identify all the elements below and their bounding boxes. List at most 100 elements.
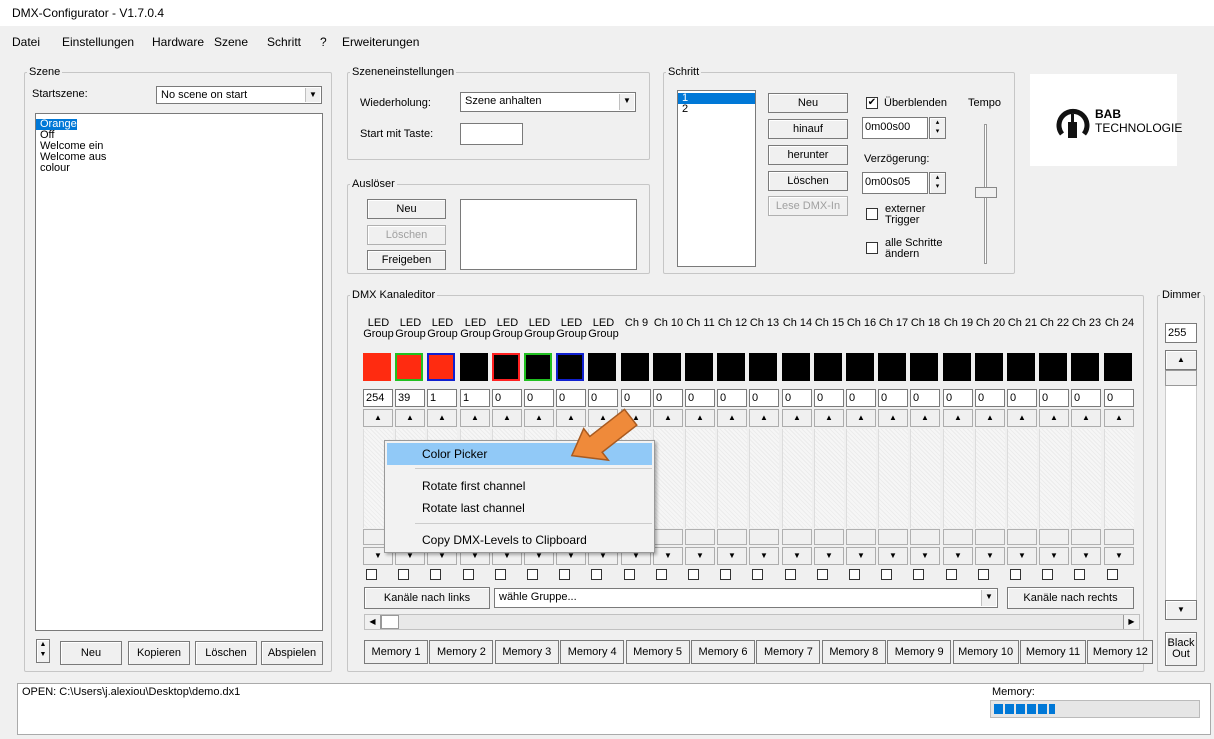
channel-slider-track[interactable]	[975, 429, 1005, 528]
channel-checkbox[interactable]	[495, 569, 506, 580]
channel-up-button[interactable]: ▲	[910, 409, 940, 427]
channel-slider-track[interactable]	[1104, 429, 1134, 528]
channel-down-button[interactable]: ▼	[1039, 547, 1069, 565]
memory-button[interactable]: Memory 12	[1087, 640, 1154, 664]
group-select[interactable]: wähle Gruppe... ▼	[494, 588, 998, 608]
channel-value-input[interactable]: 1	[427, 389, 457, 407]
channel-checkbox[interactable]	[913, 569, 924, 580]
channel-color-swatch[interactable]	[460, 353, 488, 381]
channel-checkbox[interactable]	[946, 569, 957, 580]
tempo-slider-thumb[interactable]	[975, 187, 997, 198]
channel-slider-track[interactable]	[910, 429, 940, 528]
memory-button[interactable]: Memory 2	[429, 640, 494, 664]
channel-slider-thumb[interactable]	[878, 529, 908, 545]
channel-value-input[interactable]: 0	[975, 389, 1005, 407]
channel-value-input[interactable]: 39	[395, 389, 425, 407]
scene-list[interactable]: Orange Off Welcome ein Welcome aus colou…	[35, 113, 323, 631]
trigger-release-button[interactable]: Freigeben	[367, 250, 446, 270]
channel-value-input[interactable]: 0	[749, 389, 779, 407]
channel-down-button[interactable]: ▼	[975, 547, 1005, 565]
channel-checkbox[interactable]	[688, 569, 699, 580]
menu-einstellungen[interactable]: Einstellungen	[62, 35, 134, 49]
channel-value-input[interactable]: 0	[492, 389, 522, 407]
channel-up-button[interactable]: ▲	[878, 409, 908, 427]
channel-value-input[interactable]: 0	[653, 389, 683, 407]
channel-slider-thumb[interactable]	[910, 529, 940, 545]
channel-value-input[interactable]: 0	[910, 389, 940, 407]
channel-color-swatch[interactable]	[427, 353, 455, 381]
step-item-2[interactable]: 2	[678, 104, 755, 115]
channel-up-button[interactable]: ▲	[1039, 409, 1069, 427]
channel-color-swatch[interactable]	[363, 353, 391, 381]
step-list[interactable]: 1 2	[677, 90, 756, 267]
menu-item-rotate-first[interactable]: Rotate first channel	[387, 475, 652, 497]
channel-down-button[interactable]: ▼	[782, 547, 812, 565]
menu-help[interactable]: ?	[320, 35, 327, 49]
channel-value-input[interactable]: 0	[782, 389, 812, 407]
channel-color-swatch[interactable]	[943, 353, 971, 381]
channel-checkbox[interactable]	[978, 569, 989, 580]
step-item-1[interactable]: 1	[678, 93, 755, 104]
channel-slider-track[interactable]	[685, 429, 715, 528]
channel-down-button[interactable]: ▼	[749, 547, 779, 565]
channel-slider-track[interactable]	[814, 429, 844, 528]
channel-value-input[interactable]: 0	[1071, 389, 1101, 407]
channel-checkbox[interactable]	[559, 569, 570, 580]
channel-color-swatch[interactable]	[685, 353, 713, 381]
fade-time-input[interactable]: 0m00s00	[862, 117, 928, 139]
channel-up-button[interactable]: ▲	[749, 409, 779, 427]
start-key-input[interactable]	[460, 123, 523, 145]
repeat-select[interactable]: Szene anhalten ▼	[460, 92, 636, 112]
channel-color-swatch[interactable]	[1071, 353, 1099, 381]
channel-value-input[interactable]: 254	[363, 389, 393, 407]
memory-button[interactable]: Memory 1	[364, 640, 428, 664]
trigger-delete-button[interactable]: Löschen	[367, 225, 446, 245]
channel-down-button[interactable]: ▼	[717, 547, 747, 565]
channel-slider-track[interactable]	[846, 429, 876, 528]
step-up-button[interactable]: hinauf	[768, 119, 848, 139]
channel-slider-thumb[interactable]	[685, 529, 715, 545]
scroll-right-icon[interactable]: ▶	[1123, 615, 1139, 629]
memory-button[interactable]: Memory 7	[756, 640, 821, 664]
dimmer-down-button[interactable]: ▼	[1165, 600, 1197, 620]
memory-button[interactable]: Memory 10	[952, 640, 1019, 664]
channel-checkbox[interactable]	[817, 569, 828, 580]
channel-color-swatch[interactable]	[846, 353, 874, 381]
horizontal-scrollbar[interactable]: ◀ ▶	[364, 614, 1140, 630]
scene-item-welcome-aus[interactable]: Welcome aus	[36, 152, 322, 163]
channel-down-button[interactable]: ▼	[685, 547, 715, 565]
channel-color-swatch[interactable]	[588, 353, 616, 381]
channel-checkbox[interactable]	[720, 569, 731, 580]
channel-color-swatch[interactable]	[975, 353, 1003, 381]
all-steps-checkbox[interactable]	[866, 242, 878, 254]
channel-slider-track[interactable]	[653, 429, 683, 528]
channel-color-swatch[interactable]	[395, 353, 423, 381]
channel-slider-thumb[interactable]	[975, 529, 1005, 545]
external-trigger-checkbox[interactable]	[866, 208, 878, 220]
channel-down-button[interactable]: ▼	[1007, 547, 1037, 565]
channel-color-swatch[interactable]	[814, 353, 842, 381]
scroll-left-icon[interactable]: ◀	[365, 615, 381, 629]
start-scene-select[interactable]: No scene on start ▼	[156, 86, 322, 104]
channel-checkbox[interactable]	[785, 569, 796, 580]
channel-slider-thumb[interactable]	[717, 529, 747, 545]
channel-color-swatch[interactable]	[910, 353, 938, 381]
channel-down-button[interactable]: ▼	[814, 547, 844, 565]
channel-slider-track[interactable]	[749, 429, 779, 528]
fade-time-spinner[interactable]: ▴ ▾	[929, 117, 946, 139]
dimmer-thumb[interactable]	[1165, 370, 1197, 386]
channel-up-button[interactable]: ▲	[782, 409, 812, 427]
memory-button[interactable]: Memory 8	[821, 640, 886, 664]
channel-value-input[interactable]: 0	[1007, 389, 1037, 407]
channel-color-swatch[interactable]	[621, 353, 649, 381]
menu-hardware[interactable]: Hardware	[152, 35, 204, 49]
menu-schritt[interactable]: Schritt	[267, 35, 301, 49]
channel-color-swatch[interactable]	[556, 353, 584, 381]
channel-down-button[interactable]: ▼	[1071, 547, 1101, 565]
channel-up-button[interactable]: ▲	[975, 409, 1005, 427]
channels-right-button[interactable]: Kanäle nach rechts	[1007, 587, 1134, 609]
channel-up-button[interactable]: ▲	[653, 409, 683, 427]
channel-checkbox[interactable]	[463, 569, 474, 580]
channel-value-input[interactable]: 0	[717, 389, 747, 407]
channel-color-swatch[interactable]	[717, 353, 745, 381]
